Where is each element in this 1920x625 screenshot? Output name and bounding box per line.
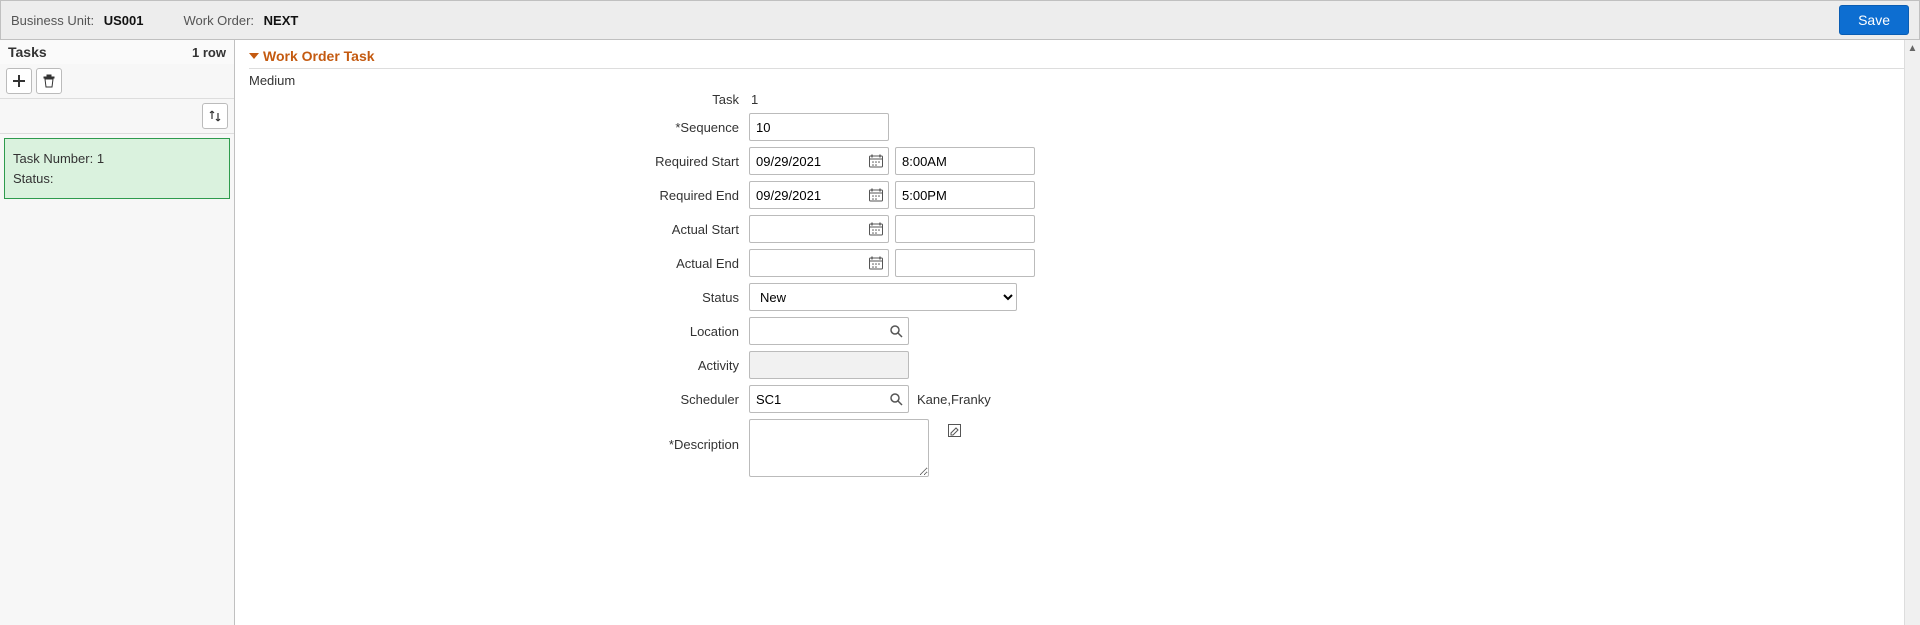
search-icon[interactable] <box>888 391 904 407</box>
task-card[interactable]: Task Number: 1 Status: <box>4 138 230 199</box>
task-number-label: Task Number: <box>13 151 93 166</box>
task-card-line2: Status: <box>13 169 221 189</box>
calendar-icon[interactable] <box>867 186 885 204</box>
delete-task-button[interactable] <box>36 68 62 94</box>
task-number-value: 1 <box>97 151 104 166</box>
sequence-input[interactable] <box>749 113 889 141</box>
priority-text: Medium <box>249 73 1906 88</box>
save-button[interactable]: Save <box>1839 5 1909 35</box>
required-start-label: Required Start <box>589 154 749 169</box>
sequence-label: *Sequence <box>589 120 749 135</box>
activity-label: Activity <box>589 358 749 373</box>
expand-description-button[interactable] <box>947 423 963 439</box>
required-end-time-input[interactable] <box>895 181 1035 209</box>
sort-icon <box>208 109 222 123</box>
business-unit-value: US001 <box>104 13 144 28</box>
main-body: Tasks 1 row Task Number: 1 Status: <box>0 40 1920 625</box>
task-card-line1: Task Number: 1 <box>13 149 221 169</box>
required-end-label: Required End <box>589 188 749 203</box>
tasks-sidebar: Tasks 1 row Task Number: 1 Status: <box>0 40 235 625</box>
trash-icon <box>42 74 56 88</box>
actual-start-label: Actual Start <box>589 222 749 237</box>
task-label: Task <box>589 92 749 107</box>
scroll-up-icon: ▲ <box>1905 40 1920 56</box>
scheduler-input[interactable] <box>749 385 909 413</box>
description-label: *Description <box>589 419 749 452</box>
work-order-field: Work Order: NEXT <box>183 13 298 28</box>
collapse-icon <box>249 53 259 59</box>
sidebar-toolbar <box>0 64 234 99</box>
activity-input <box>749 351 909 379</box>
sidebar-title: Tasks <box>8 44 47 60</box>
sidebar-header: Tasks 1 row <box>0 40 234 64</box>
actual-end-time-input[interactable] <box>895 249 1035 277</box>
work-order-label: Work Order: <box>183 13 254 28</box>
calendar-icon[interactable] <box>867 220 885 238</box>
task-status-label: Status: <box>13 171 53 186</box>
calendar-icon[interactable] <box>867 254 885 272</box>
header-left: Business Unit: US001 Work Order: NEXT <box>11 13 298 28</box>
plus-icon <box>12 74 26 88</box>
section-header[interactable]: Work Order Task <box>249 48 1906 69</box>
vertical-scrollbar[interactable]: ▲ <box>1904 40 1920 625</box>
location-input[interactable] <box>749 317 909 345</box>
required-start-time-input[interactable] <box>895 147 1035 175</box>
sidebar-sort-row <box>0 99 234 134</box>
location-label: Location <box>589 324 749 339</box>
scheduler-label: Scheduler <box>589 392 749 407</box>
sort-button[interactable] <box>202 103 228 129</box>
status-label: Status <box>589 290 749 305</box>
search-icon[interactable] <box>888 323 904 339</box>
sidebar-row-count: 1 row <box>192 45 226 60</box>
actual-start-time-input[interactable] <box>895 215 1035 243</box>
task-value: 1 <box>749 92 758 107</box>
calendar-icon[interactable] <box>867 152 885 170</box>
description-textarea[interactable] <box>749 419 929 477</box>
content-area: Work Order Task Medium Task 1 *Sequence … <box>235 40 1920 625</box>
business-unit-field: Business Unit: US001 <box>11 13 143 28</box>
page-header: Business Unit: US001 Work Order: NEXT Sa… <box>0 0 1920 40</box>
scheduler-name: Kane,Franky <box>917 392 991 407</box>
add-task-button[interactable] <box>6 68 32 94</box>
work-order-value: NEXT <box>264 13 299 28</box>
edit-icon <box>947 423 963 439</box>
form-table: Task 1 *Sequence Required Start <box>249 92 1906 477</box>
business-unit-label: Business Unit: <box>11 13 94 28</box>
actual-end-label: Actual End <box>589 256 749 271</box>
status-select[interactable]: New <box>749 283 1017 311</box>
section-title: Work Order Task <box>263 48 375 64</box>
